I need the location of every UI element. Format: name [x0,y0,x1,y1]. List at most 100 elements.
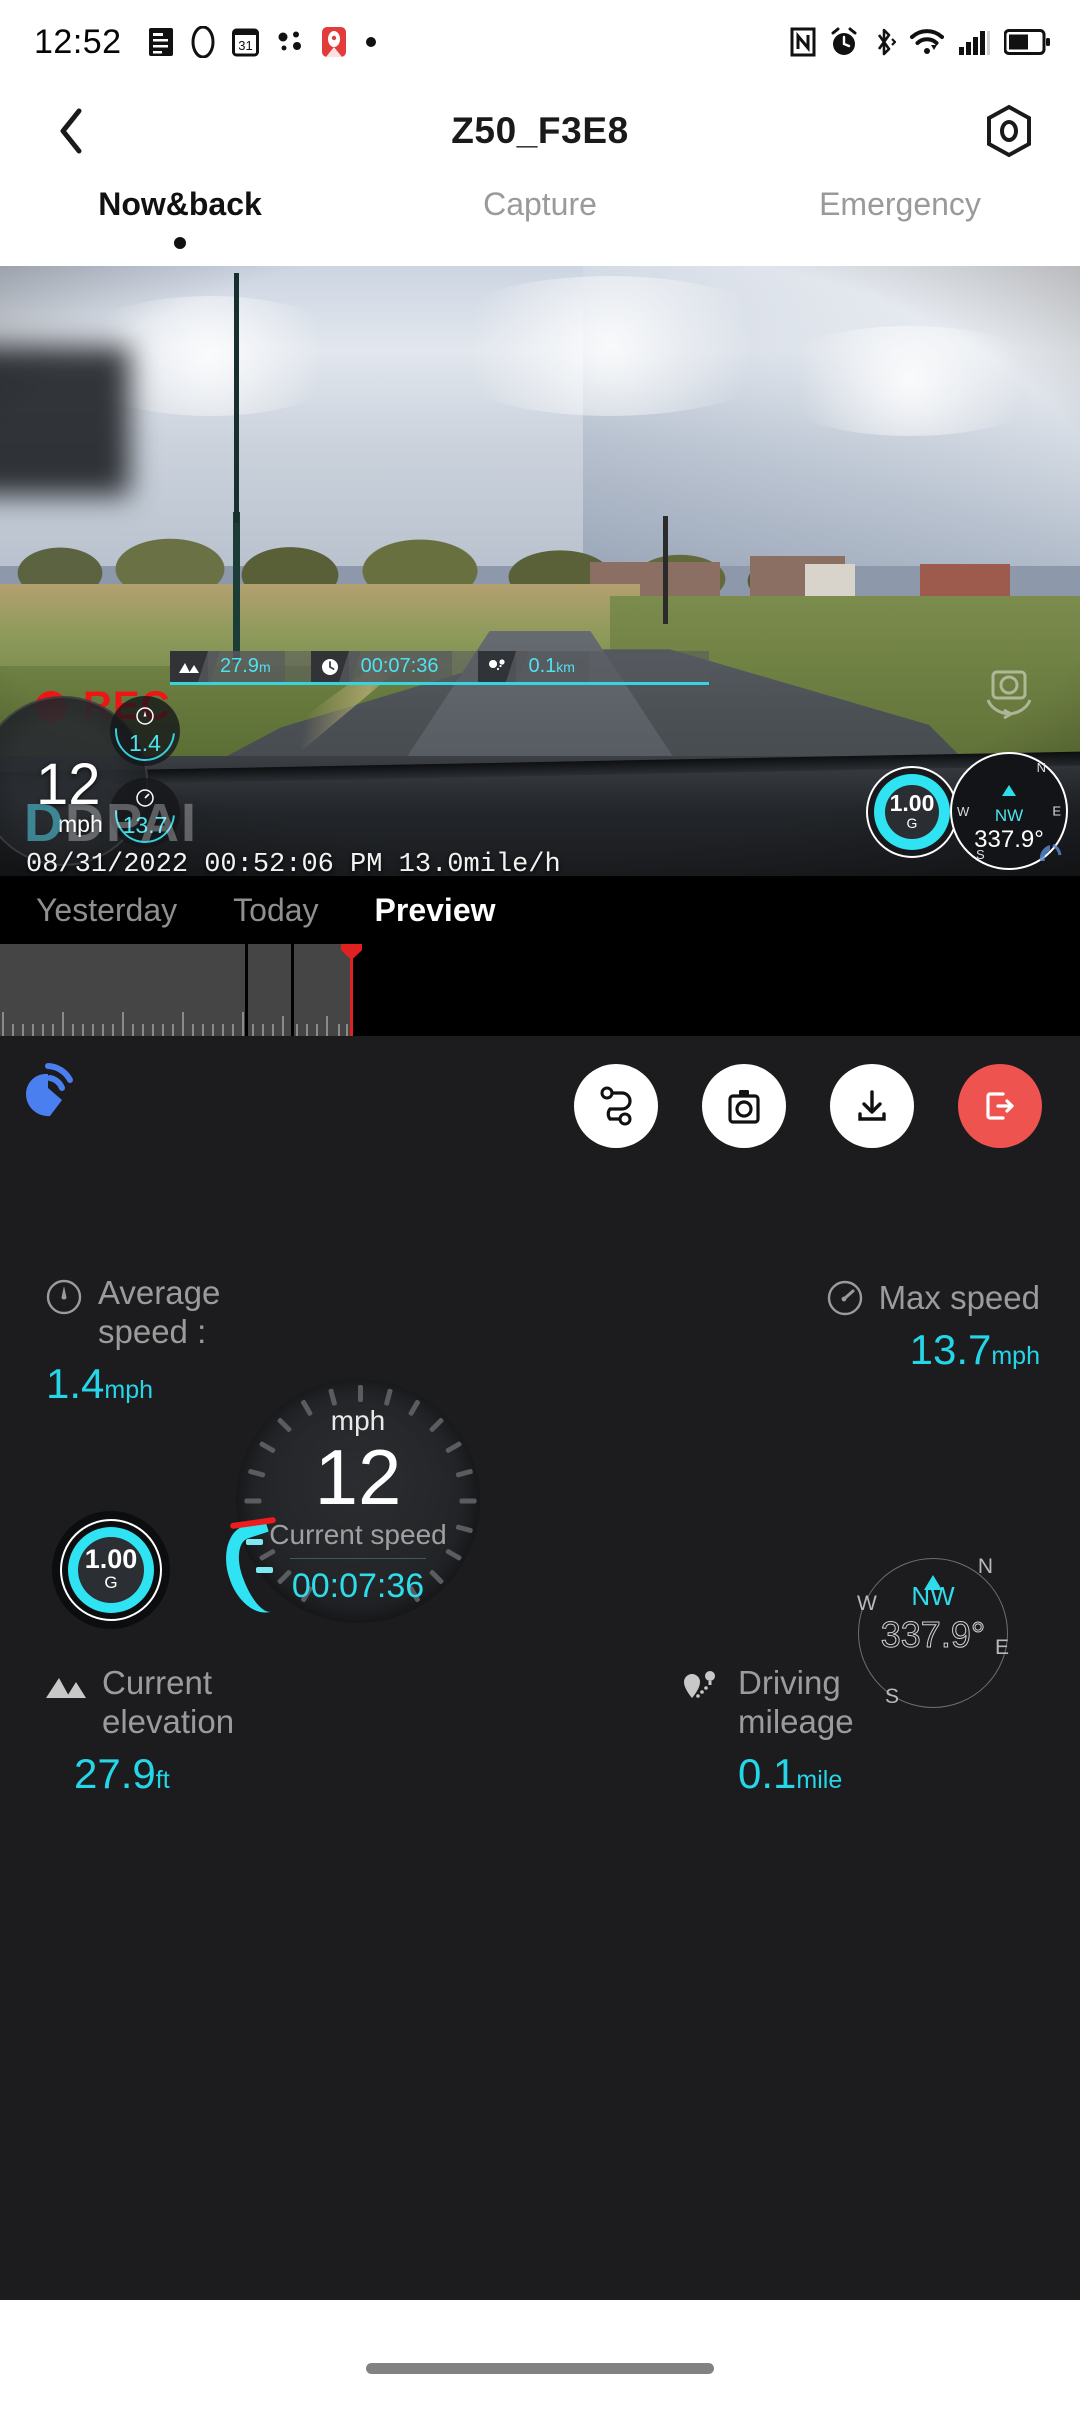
mountain-icon [46,1678,86,1698]
badge-elevation: 27.9m [170,651,285,685]
stat-current-elevation-label-line1: Current [102,1664,213,1701]
compass-arrow-icon [923,1575,942,1590]
route-pin-icon [684,1671,715,1698]
badge-gap [452,651,479,685]
speedometer-value: 12 [314,1433,402,1521]
stat-driving-mileage-value: 0.1 [738,1749,797,1797]
status-bar-notification-icons: 31 [148,26,378,58]
camera-icon [728,1090,760,1124]
speedometer-readout: mph 12 Current speed 00:07:36 [236,1379,480,1623]
download-button[interactable] [830,1064,914,1148]
badge-gap [284,651,311,685]
video-timestamp: 08/31/2022 00:52:06 PM 13.0mile/h [26,850,561,876]
snapshot-button[interactable] [702,1064,786,1148]
route-icon [600,1086,632,1126]
route-button[interactable] [574,1064,658,1148]
video-lens-shadow [0,346,130,496]
timeline-tab-yesterday[interactable]: Yesterday [8,892,205,929]
dot-icon [365,37,376,47]
stat-driving-mileage-label-line1: Driving [738,1664,841,1701]
stat-current-elevation: Current elevation 27.9ft [44,1664,324,1798]
stat-gforce-gauge: 1.00 G [52,1511,170,1629]
overlay-gforce-gauge: 1.00 G [866,766,958,858]
news-icon [148,28,173,56]
live-video-preview[interactable]: REC 27.9m 00:07:36 0.1km [0,266,1080,876]
battery-icon [1004,29,1050,55]
compass-arrow-icon [1002,784,1016,796]
stat-average-speed-label-line1: Average [98,1274,221,1311]
badge-mileage: 0.1km [478,651,589,685]
stat-average-speed-value: 1.4 [46,1359,105,1407]
stat-driving-mileage-label-line2: mileage [738,1702,854,1740]
hex-settings-icon [986,104,1031,158]
tab-now-and-back-label: Now&back [98,186,262,222]
download-icon [858,1090,886,1121]
bluetooth-icon [877,28,896,56]
timeline-tab-today[interactable]: Today [205,892,346,929]
action-buttons [574,1064,1042,1148]
dots-icon [278,31,301,51]
stat-current-elevation-value: 27.9 [74,1749,156,1797]
speedometer-elapsed: 00:07:36 [291,1567,425,1606]
compass-north-label: N [977,1555,993,1578]
overlay-compass-direction: NW [994,805,1024,825]
compass-east-label: E [994,1635,1009,1659]
overlay-avg-speed-mini: 1.4 [102,688,188,774]
speed-icon [827,1280,862,1316]
stats-panel: Average speed : 1.4mph 1.00 G Current el… [0,1186,1080,2086]
timeline-playhead[interactable] [350,944,353,1036]
compass-west-label: W [957,804,970,820]
timeline-strip[interactable] [0,944,1080,1036]
stat-current-elevation-label-line2: elevation [102,1702,235,1740]
stat-max-speed-unit: mph [991,1342,1040,1370]
tab-capture-label: Capture [483,186,597,222]
badge-duration: 00:07:36 [310,651,453,685]
stat-current-elevation-unit: ft [155,1765,170,1794]
status-bar-system-icons [790,0,1050,84]
exit-icon [986,1092,1014,1120]
main-tabs: Now&back Capture Emergency [0,178,1080,266]
nfc-icon [790,27,816,57]
gauge-icon [46,1279,82,1315]
video-cloud [420,276,800,416]
tab-emergency-label: Emergency [819,186,981,222]
video-pole [234,273,239,523]
oval-icon [191,26,215,58]
alarm-icon [831,27,857,55]
badge-elevation-value: 27.9m [220,655,271,677]
tab-now-and-back[interactable]: Now&back [0,186,360,249]
tab-capture[interactable]: Capture [360,186,720,223]
video-watermark: DDDPAIDPAI [24,793,199,853]
exit-button[interactable] [958,1064,1042,1148]
compass-west-label: W [857,1591,877,1615]
timeline-tab-preview[interactable]: Preview [347,892,524,929]
stat-compass-direction: NW [911,1575,955,1612]
gps-signal-icon [1036,839,1064,872]
video-pole [663,516,668,624]
app-red-icon [321,27,346,57]
signal-icon [959,31,990,55]
stat-average-speed-unit: mph [104,1375,154,1404]
svg-text:31: 31 [238,38,252,53]
calendar-31-icon: 31 [231,28,259,57]
compass-south-label: S [976,847,985,862]
compass-north-label: N [1036,760,1046,775]
stat-max-speed-label: Max speed [878,1278,1040,1316]
stat-gforce-unit: G [104,1573,118,1593]
stat-max-speed: Max speed 13.7mph [710,1278,1040,1374]
compass-east-label: E [1052,803,1061,819]
device-settings-button[interactable] [980,102,1038,160]
chevron-left-icon [60,108,82,154]
tab-emergency[interactable]: Emergency [720,186,1080,223]
camera-rotate-icon[interactable] [978,664,1040,731]
back-button[interactable] [42,102,100,160]
stat-driving-mileage: Driving mileage 0.1mile [680,1664,1000,1798]
stat-compass-degrees: 337.9° [880,1614,986,1656]
speedometer-divider [290,1558,426,1560]
timeline-ruler [0,1010,1080,1036]
stat-average-speed-label-line2: speed : [98,1312,207,1350]
tab-active-indicator [174,237,186,249]
tap-gesture-icon[interactable] [18,1058,84,1133]
home-indicator[interactable] [366,2362,714,2374]
stat-driving-mileage-unit: mile [796,1765,843,1794]
